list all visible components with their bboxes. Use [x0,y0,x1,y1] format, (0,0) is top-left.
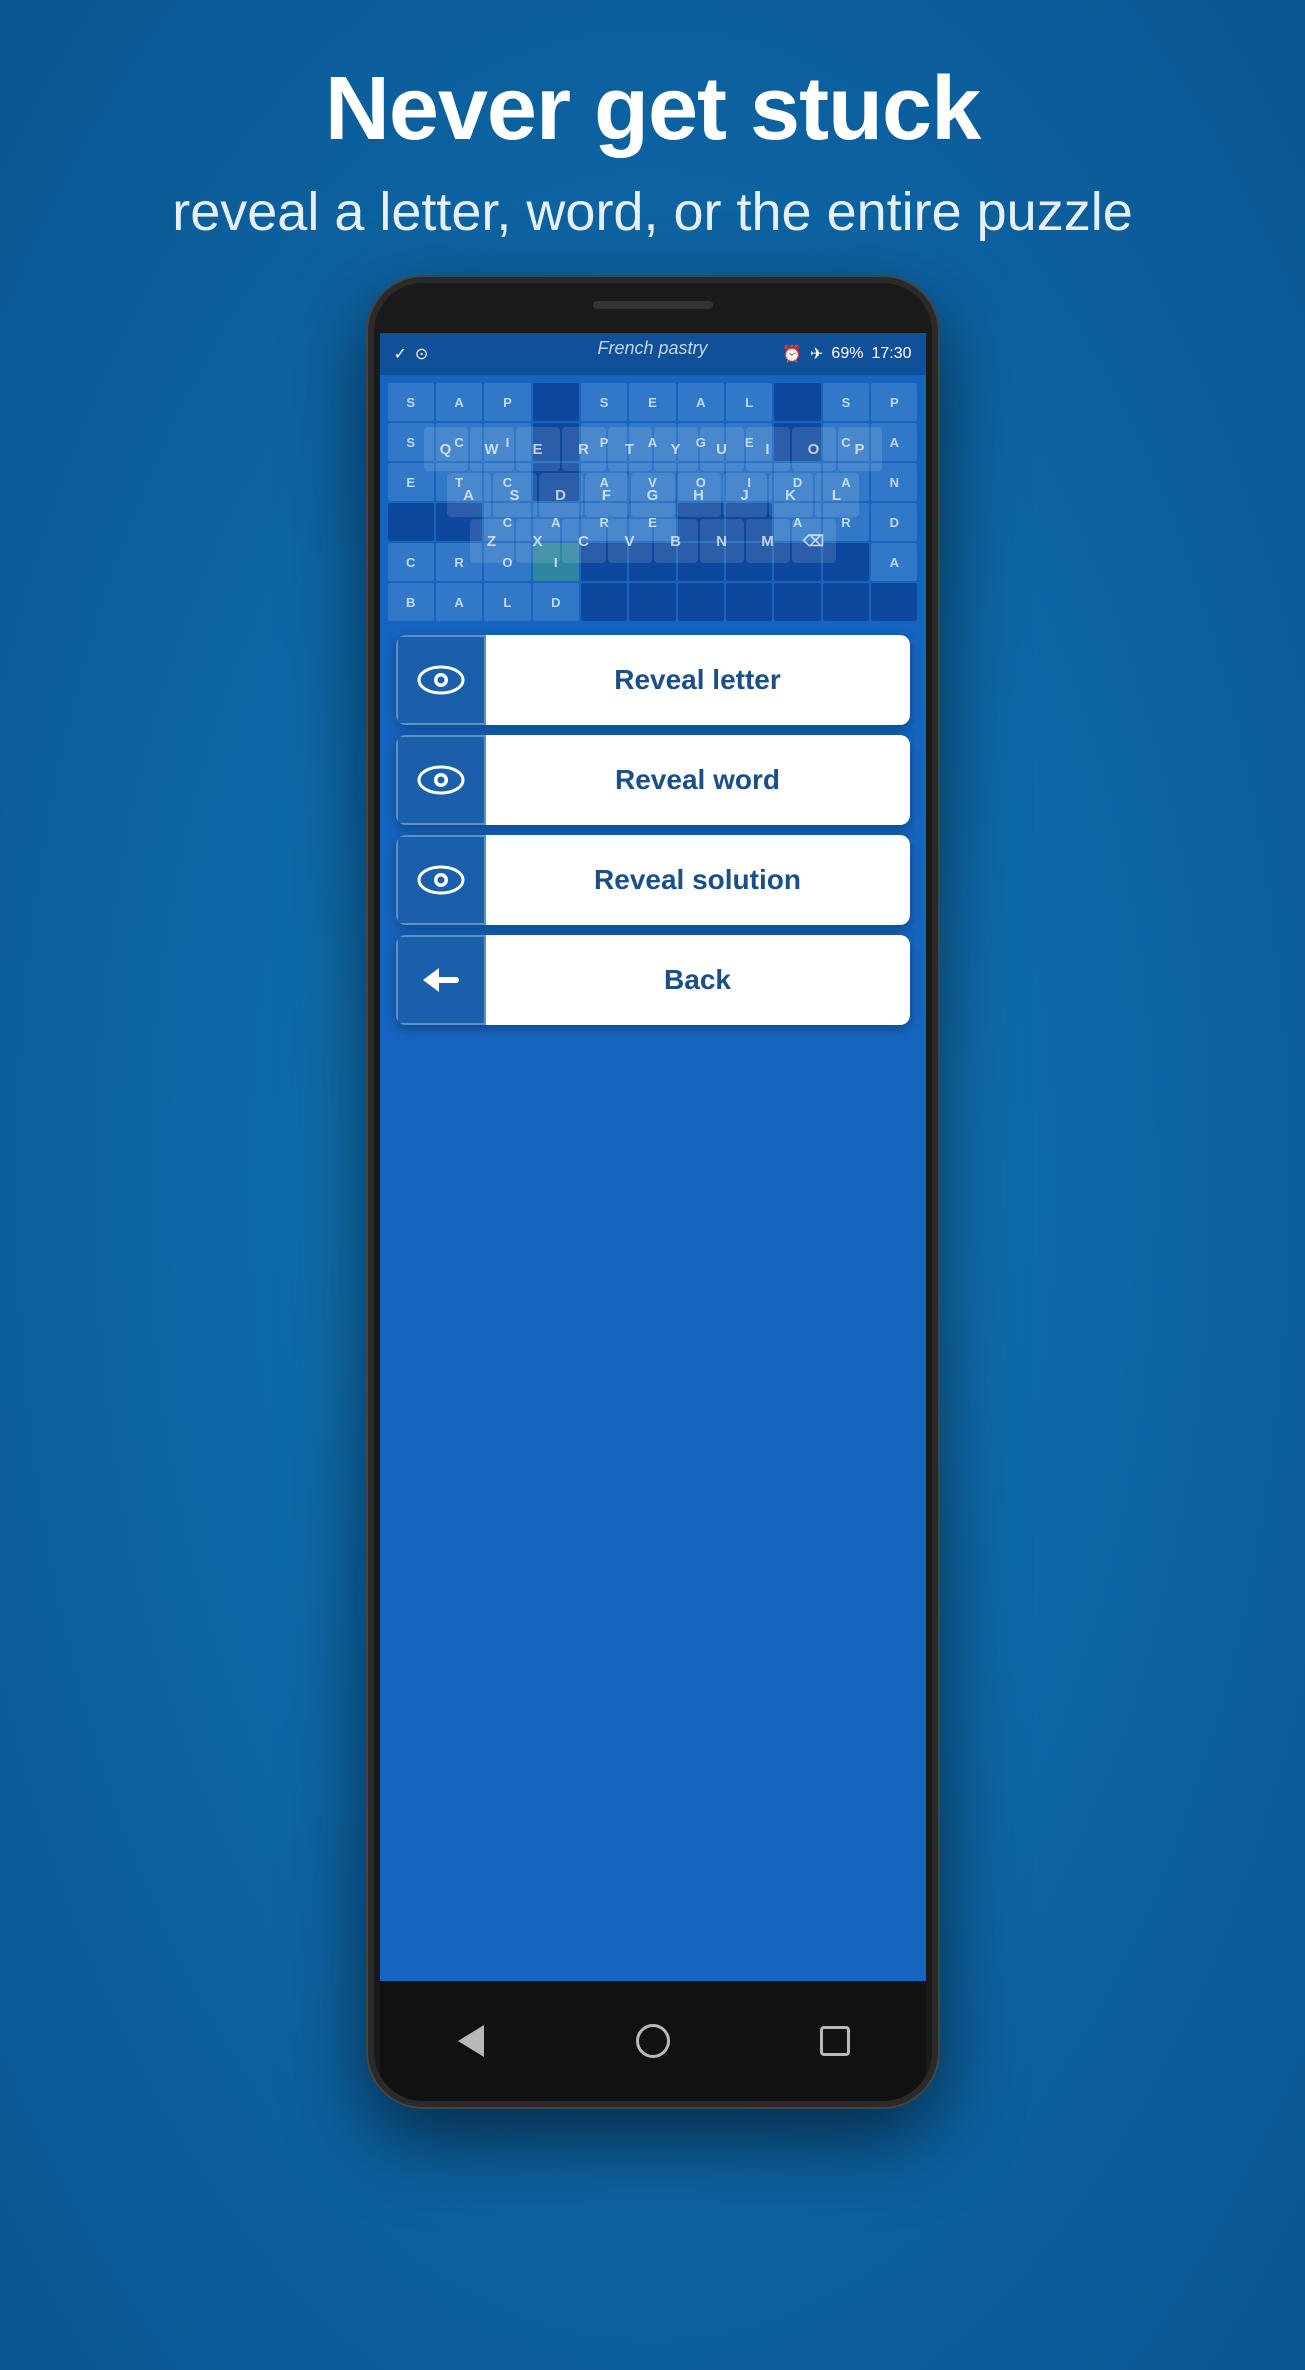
cell [823,583,869,621]
key-v[interactable]: V [608,519,652,563]
cell: P [484,383,530,421]
key-k[interactable]: K [769,473,813,517]
reveal-solution-icon [396,835,486,925]
cell: B [388,583,434,621]
nav-recent-button[interactable] [810,2016,860,2066]
cell [871,583,917,621]
key-o[interactable]: O [792,427,836,471]
keyboard-area: Q W E R T Y U I O P A S D [380,423,926,569]
key-p[interactable]: P [838,427,882,471]
key-b[interactable]: B [654,519,698,563]
back-button[interactable]: Back [396,935,910,1025]
key-i[interactable]: I [746,427,790,471]
key-q[interactable]: Q [424,427,468,471]
back-nav-icon [458,2025,484,2057]
keyboard-row-3: Z X C V B N M ⌫ [384,519,922,563]
phone-body: ✓ ⊙ ⏰ ✈ 69% 17:30 S A P S [368,277,938,2107]
nav-bar [380,1981,926,2101]
eye-icon-reveal-letter [417,664,465,696]
cell: P [871,383,917,421]
key-u[interactable]: U [700,427,744,471]
cell: L [726,383,772,421]
key-a[interactable]: A [447,473,491,517]
nav-back-button[interactable] [446,2016,496,2066]
clue-text: French pastry [380,338,926,359]
key-n[interactable]: N [700,519,744,563]
key-y[interactable]: Y [654,427,698,471]
nav-home-button[interactable] [628,2016,678,2066]
key-e[interactable]: E [516,427,560,471]
key-z[interactable]: Z [470,519,514,563]
reveal-letter-button[interactable]: Reveal letter [396,635,910,725]
cell: A [678,383,724,421]
key-d[interactable]: D [539,473,583,517]
subtitle: reveal a letter, word, or the entire puz… [172,177,1133,247]
reveal-letter-icon [396,635,486,725]
reveal-word-icon [396,735,486,825]
main-title: Never get stuck [172,60,1133,159]
back-icon-container [396,935,486,1025]
key-h[interactable]: H [677,473,721,517]
menu-overlay: Reveal letter Reveal word [380,625,926,1035]
key-c[interactable]: C [562,519,606,563]
key-x[interactable]: X [516,519,560,563]
cell: L [484,583,530,621]
phone-device: ✓ ⊙ ⏰ ✈ 69% 17:30 S A P S [368,277,938,2107]
header-section: Never get stuck reveal a letter, word, o… [172,0,1133,247]
key-g[interactable]: G [631,473,675,517]
phone-screen: ✓ ⊙ ⏰ ✈ 69% 17:30 S A P S [380,333,926,1981]
crossword-area: S A P S E A L S P S C I P [380,375,926,629]
keyboard-row-1: Q W E R T Y U I O P [384,427,922,471]
key-m[interactable]: M [746,519,790,563]
key-l[interactable]: L [815,473,859,517]
cell [774,583,820,621]
reveal-word-button[interactable]: Reveal word [396,735,910,825]
cell [581,583,627,621]
keyboard-row-2: A S D F G H J K L [384,473,922,517]
key-backspace[interactable]: ⌫ [792,519,836,563]
cell: S [823,383,869,421]
eye-icon-reveal-word [417,764,465,796]
key-f[interactable]: F [585,473,629,517]
arrow-left-icon [421,965,461,995]
cell [726,583,772,621]
back-label: Back [486,935,910,1025]
cell [678,583,724,621]
key-w[interactable]: W [470,427,514,471]
cell: D [533,583,579,621]
reveal-solution-label: Reveal solution [486,835,910,925]
home-nav-icon [636,2024,670,2058]
cell: S [581,383,627,421]
key-r[interactable]: R [562,427,606,471]
cell [533,383,579,421]
cell [774,383,820,421]
recent-nav-icon [820,2026,850,2056]
cell [629,583,675,621]
reveal-word-label: Reveal word [486,735,910,825]
cell: S [388,383,434,421]
cell: E [629,383,675,421]
key-s[interactable]: S [493,473,537,517]
key-j[interactable]: J [723,473,767,517]
reveal-letter-label: Reveal letter [486,635,910,725]
cell: A [436,383,482,421]
eye-icon-reveal-solution [417,864,465,896]
reveal-solution-button[interactable]: Reveal solution [396,835,910,925]
phone-notch [593,301,713,309]
key-t[interactable]: T [608,427,652,471]
cell: A [436,583,482,621]
